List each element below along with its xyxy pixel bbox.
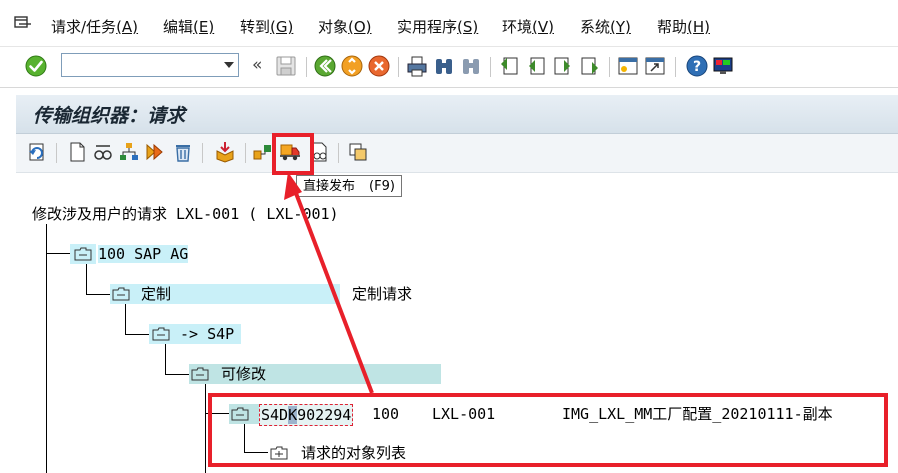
folder-icon[interactable] (191, 367, 209, 381)
refresh-icon[interactable] (26, 141, 48, 163)
annotation-box-toolbar (272, 133, 314, 175)
menu-help[interactable]: 帮助(H) (657, 16, 710, 38)
tree-root-label[interactable]: 修改涉及用户的请求 LXL-001 ( LXL-001) (32, 204, 339, 224)
save-icon[interactable] (275, 54, 297, 78)
first-page-icon[interactable] (498, 54, 520, 78)
tree-node-client[interactable]: 100 SAP AG (98, 244, 189, 264)
chevron-down-icon[interactable] (224, 62, 234, 68)
toolbar-separator (490, 57, 491, 77)
client-label: 100 SAP AG (98, 245, 189, 263)
find-icon[interactable] (433, 54, 455, 78)
toolbar-separator (398, 57, 399, 77)
folder-icon[interactable] (74, 247, 92, 261)
tree-connector (86, 262, 87, 295)
command-input[interactable] (62, 54, 226, 76)
annotation-box-request (208, 393, 888, 467)
tree-node-status[interactable]: 可修改 (221, 364, 266, 384)
back-icon[interactable] (314, 54, 336, 78)
command-field[interactable] (61, 53, 239, 77)
menu-edit[interactable]: 编辑(E) (163, 16, 214, 38)
find-next-icon[interactable] (460, 54, 482, 78)
menu-goto[interactable]: 转到(G) (240, 16, 293, 38)
tree-connector (46, 224, 47, 473)
previous-page-icon[interactable] (525, 54, 547, 78)
new-session-icon[interactable] (617, 54, 639, 78)
enter-checkmark-icon[interactable] (25, 55, 47, 77)
create-document-icon[interactable] (66, 141, 88, 163)
toolbar-separator (338, 143, 339, 163)
standard-toolbar: « ? (0, 47, 898, 88)
tree-connector (205, 382, 206, 473)
application-toolbar (16, 134, 898, 173)
tree-connector (86, 294, 110, 295)
collapse-command-button[interactable]: « (252, 55, 262, 75)
menu-object[interactable]: 对象(O) (318, 16, 372, 38)
transport-icon[interactable] (252, 141, 274, 163)
customize-layout-icon[interactable] (712, 54, 734, 78)
hierarchy-icon[interactable] (118, 141, 140, 163)
menu-request-task[interactable]: 请求/任务(A) (51, 16, 138, 38)
folder-icon[interactable] (112, 287, 130, 301)
exit-icon[interactable] (341, 54, 363, 78)
help-icon[interactable]: ? (686, 54, 708, 78)
menu-system[interactable]: 系统(Y) (580, 16, 631, 38)
tree-node-target[interactable]: -> S4P (180, 324, 234, 344)
title-bar: 传输组织器：请求 (16, 95, 898, 134)
menu-environment[interactable]: 环境(V) (502, 16, 554, 38)
tree-node-category[interactable]: 定制 (141, 284, 171, 304)
last-page-icon[interactable] (579, 54, 601, 78)
menu-utilities[interactable]: 实用程序(S) (397, 16, 478, 38)
tree-connector (165, 342, 166, 375)
toolbar-separator (609, 57, 610, 77)
next-page-icon[interactable] (552, 54, 574, 78)
delete-icon[interactable] (172, 141, 194, 163)
menu-icon[interactable] (14, 16, 32, 30)
change-display-icon[interactable] (92, 141, 114, 163)
print-icon[interactable] (406, 54, 428, 78)
svg-text:?: ? (693, 59, 701, 75)
menu-bar: 请求/任务(A) 编辑(E) 转到(G) 对象(O) 实用程序(S) 环境(V)… (0, 0, 898, 47)
copy-objects-icon[interactable] (347, 141, 369, 163)
toolbar-separator (202, 143, 203, 163)
tree-connector (46, 253, 70, 254)
shortcut-icon[interactable] (644, 54, 666, 78)
tree-connector (165, 374, 189, 375)
category-description: 定制请求 (352, 285, 413, 303)
cancel-icon[interactable] (368, 54, 390, 78)
toolbar-separator (675, 57, 676, 77)
toolbar-separator (245, 143, 246, 163)
tree-connector (125, 334, 149, 335)
toolbar-separator (306, 57, 307, 77)
toolbar-separator (56, 143, 57, 163)
include-objects-icon[interactable] (214, 141, 236, 163)
release-icon[interactable] (144, 141, 166, 163)
page-title: 传输组织器：请求 (33, 105, 186, 127)
folder-icon[interactable] (152, 327, 170, 341)
tree-connector (125, 302, 126, 335)
